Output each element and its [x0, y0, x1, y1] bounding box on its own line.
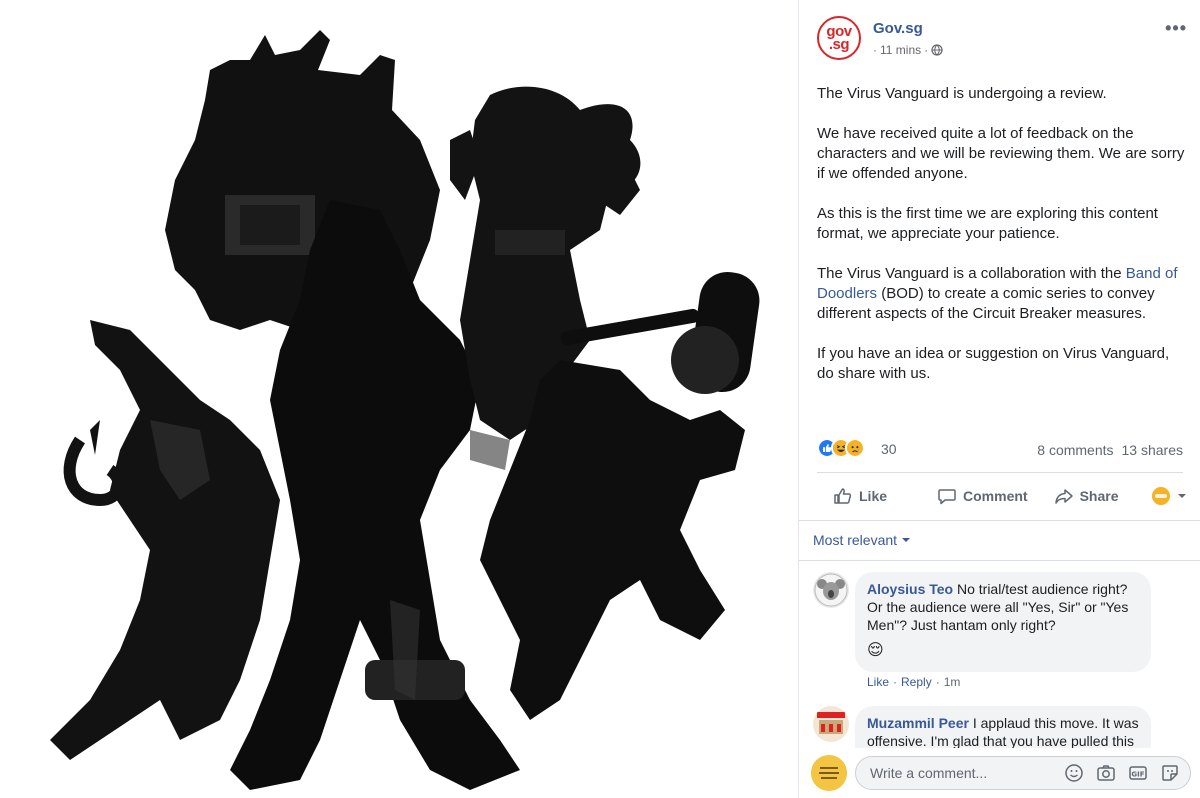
post-text: The Virus Vanguard is undergoing a revie… [817, 84, 1185, 404]
comment-icon [938, 489, 956, 505]
share-label: Share [1079, 488, 1119, 504]
reactions-row: 30 8 comments 13 shares [817, 438, 1187, 462]
reaction-count[interactable]: 30 [881, 441, 897, 457]
more-options-button[interactable]: ••• [1165, 18, 1187, 39]
comment-like-link[interactable]: Like [867, 675, 889, 689]
post-time[interactable]: 11 mins [880, 43, 921, 57]
meta-separator: · [873, 43, 877, 57]
post-paragraph-1: The Virus Vanguard is undergoing a revie… [817, 85, 1107, 102]
comment-input[interactable]: Write a comment... GIF [855, 756, 1191, 790]
thumbs-up-icon [834, 488, 852, 504]
comment-item: Aloysius Teo No trial/test audience righ… [813, 572, 1189, 692]
emoji-reaction-icon [1151, 487, 1170, 505]
characters-silhouette-illustration [50, 30, 760, 790]
meta-separator-2: · [924, 43, 929, 57]
comment-sort-dropdown[interactable]: Most relevant [813, 532, 911, 548]
comment-label: Comment [963, 488, 1028, 504]
koala-avatar-icon [813, 572, 849, 608]
camera-icon[interactable] [1096, 763, 1118, 785]
comment-input-placeholder: Write a comment... [870, 765, 988, 781]
reaction-picker-button[interactable] [1151, 486, 1187, 506]
comment-bubble: Aloysius Teo No trial/test audience righ… [855, 572, 1151, 672]
commenter-avatar[interactable] [813, 572, 849, 608]
divider [799, 560, 1200, 561]
comment-author-link[interactable]: Aloysius Teo [867, 581, 953, 597]
user-photo-avatar-icon [813, 706, 849, 742]
globe-icon[interactable] [931, 44, 943, 56]
divider [817, 472, 1183, 473]
post-meta: · 11 mins · [873, 43, 943, 57]
sad-reaction-icon [845, 438, 865, 458]
p4-text-before: The Virus Vanguard is a collaboration wi… [817, 265, 1126, 282]
avatar-logo-text-2: .sg [828, 36, 850, 53]
gif-icon[interactable]: GIF [1128, 763, 1150, 785]
chevron-down-icon [1177, 494, 1186, 498]
share-arrow-icon [1054, 489, 1073, 504]
comment-reply-link[interactable]: Reply [901, 675, 932, 689]
current-user-avatar[interactable] [811, 755, 847, 791]
like-button[interactable]: Like [833, 486, 887, 506]
post-actions: Like Comment Share [817, 478, 1187, 514]
post-paragraph-2: We have received quite a lot of feedback… [817, 125, 1185, 182]
post-paragraph-5: If you have an idea or suggestion on Vir… [817, 345, 1170, 382]
like-label: Like [859, 488, 888, 504]
emoji-picker-icon[interactable] [1064, 763, 1086, 785]
share-button[interactable]: Share [1054, 486, 1119, 506]
comment-emoji: 😌 [867, 642, 884, 659]
post-stats: 8 comments 13 shares [1037, 442, 1183, 458]
comment-time[interactable]: 1m [944, 675, 961, 689]
post-paragraph-4: The Virus Vanguard is a collaboration wi… [817, 264, 1185, 324]
comment-author-link[interactable]: Muzammil Peer [867, 715, 969, 731]
comment-button[interactable]: Comment [937, 486, 1028, 506]
divider [799, 520, 1200, 521]
svg-text:GIF: GIF [1131, 771, 1144, 779]
shares-count-link[interactable]: 13 shares [1122, 442, 1183, 458]
post-paragraph-3: As this is the first time we are explori… [817, 205, 1158, 242]
post-header: gov .sg Gov.sg · 11 mins · ••• [817, 16, 1187, 66]
chevron-down-icon [902, 538, 911, 542]
post-sidebar: gov .sg Gov.sg · 11 mins · ••• The Virus… [798, 0, 1200, 798]
sort-label: Most relevant [813, 532, 898, 548]
post-image[interactable] [0, 0, 798, 798]
user-avatar-icon [811, 755, 847, 791]
comment-actions: Like · Reply · 1m [867, 675, 961, 689]
page-avatar[interactable]: gov .sg [817, 16, 861, 60]
commenter-avatar[interactable] [813, 706, 849, 742]
reaction-icons[interactable] [817, 438, 865, 458]
comment-bubble: Muzammil Peer I applaud this move. It wa… [855, 706, 1151, 748]
composer-icons: GIF [1064, 763, 1182, 785]
comment-composer: Write a comment... GIF [799, 748, 1200, 798]
sticker-icon[interactable] [1160, 763, 1182, 785]
comments-count-link[interactable]: 8 comments [1037, 442, 1113, 458]
page-name-link[interactable]: Gov.sg [873, 20, 923, 37]
comment-item: Muzammil Peer I applaud this move. It wa… [813, 706, 1189, 748]
